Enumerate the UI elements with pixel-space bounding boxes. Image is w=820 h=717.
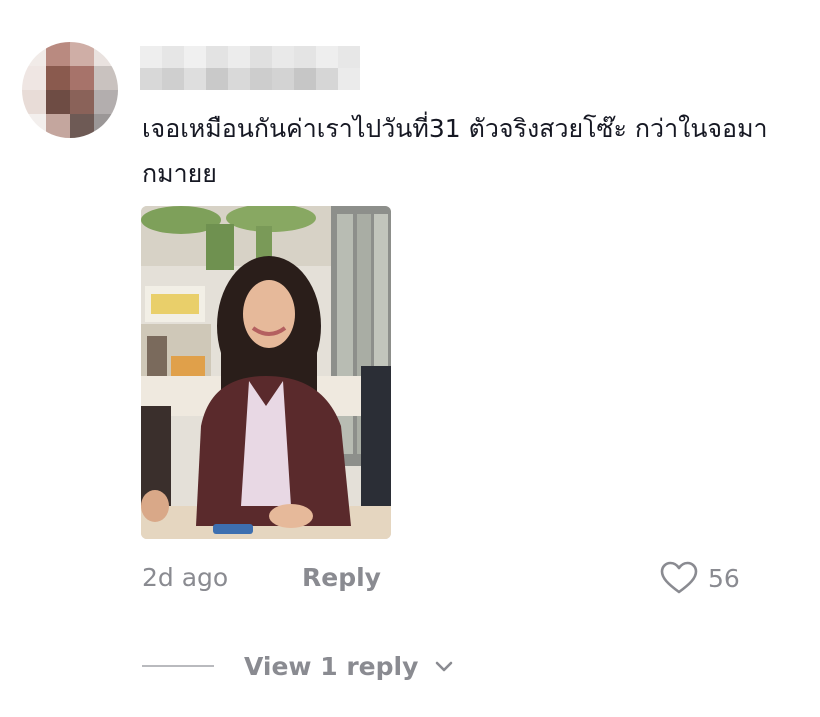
avatar-pixel	[70, 90, 94, 114]
avatar-pixel	[70, 114, 94, 138]
comment-text: เจอเหมือนกันค่าเราไปวันที่31 ตัวจริงสวยโ…	[142, 114, 768, 188]
avatar-pixel	[22, 66, 46, 90]
avatar-pixel	[46, 42, 70, 66]
avatar-pixel	[22, 42, 46, 66]
chevron-down-icon	[436, 661, 453, 672]
heart-outline-icon	[660, 561, 698, 594]
avatar[interactable]	[22, 42, 118, 138]
username-censored[interactable]	[140, 46, 360, 90]
reply-button[interactable]: Reply	[302, 558, 381, 598]
divider-line	[142, 665, 214, 667]
view-replies-button[interactable]: View 1 reply	[142, 644, 454, 688]
timestamp: 2d ago	[142, 563, 229, 592]
avatar-pixel	[94, 66, 118, 90]
avatar-pixel	[22, 90, 46, 114]
view-replies-label: View 1 reply	[244, 651, 419, 681]
photo-illustration	[141, 206, 391, 539]
avatar-pixel	[94, 114, 118, 138]
like-button[interactable]: 56	[660, 558, 740, 598]
avatar-pixel	[22, 114, 46, 138]
avatar-pixel	[70, 42, 94, 66]
like-count: 56	[708, 563, 740, 593]
avatar-pixel	[94, 42, 118, 66]
comment-photo[interactable]	[141, 206, 391, 539]
avatar-pixel	[94, 90, 118, 114]
avatar-pixel	[46, 66, 70, 90]
avatar-pixel	[70, 66, 94, 90]
avatar-pixel	[46, 90, 70, 114]
avatar-pixel	[46, 114, 70, 138]
